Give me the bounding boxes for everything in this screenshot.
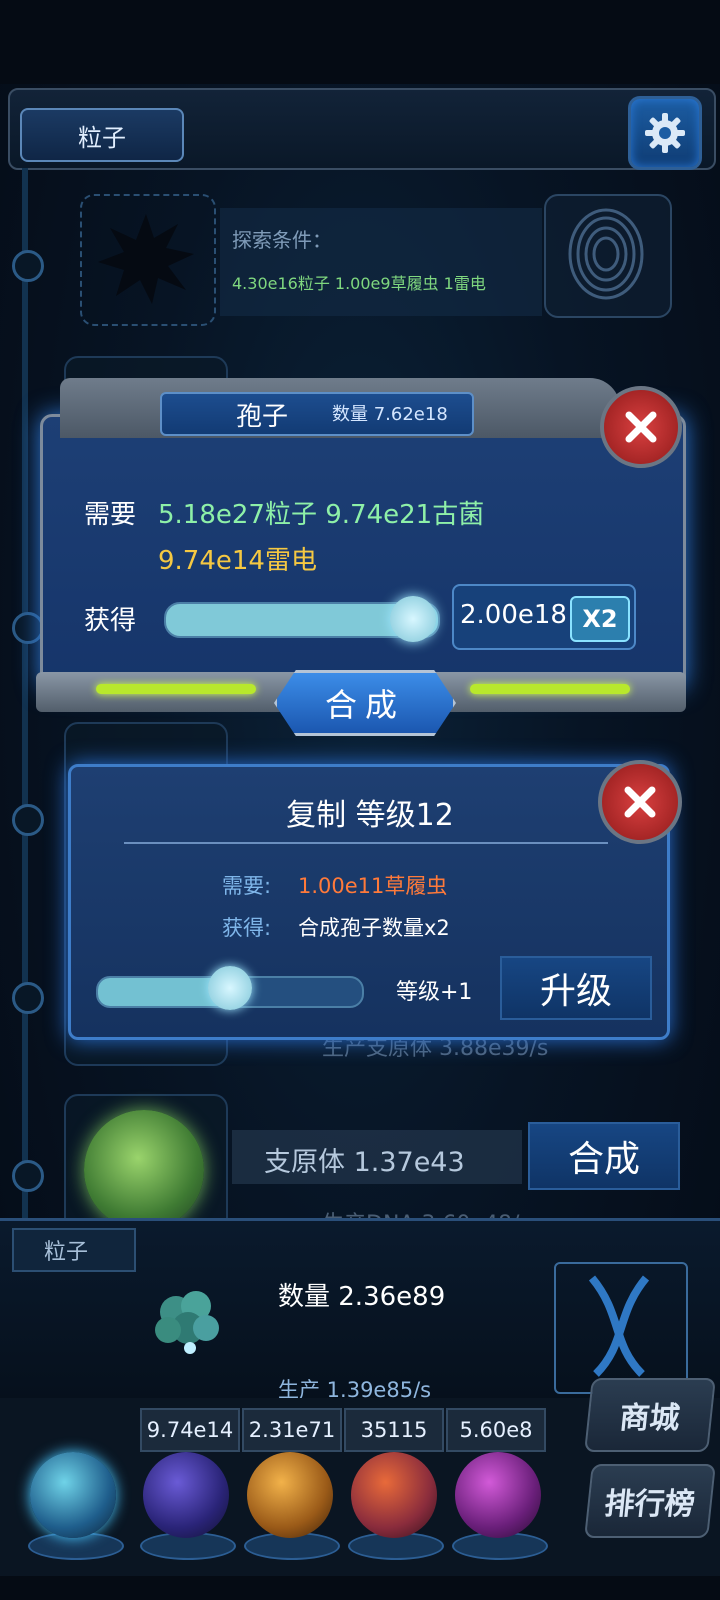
synth-amount-value: 2.00e18: [460, 600, 567, 630]
particle-molecule-image: [140, 1276, 236, 1364]
close-icon: [625, 411, 657, 443]
resource-tab-label: 粒子: [44, 1240, 89, 1265]
rail-node: [12, 1160, 44, 1192]
cell-name: 支原体 1.37e43: [264, 1147, 465, 1178]
upgrade-slider-knob[interactable]: [208, 966, 252, 1010]
upgrade-button[interactable]: 升级: [500, 956, 652, 1020]
explore-requirement: 4.30e16粒子 1.00e9草履虫 1雷电: [232, 274, 486, 293]
upgrade-divider: [124, 842, 608, 844]
synth-close-button[interactable]: [600, 386, 682, 468]
resource-count-brain: 35115: [344, 1408, 444, 1452]
upgrade-gain-value: 合成孢子数量x2: [298, 916, 450, 940]
synth-slider-knob[interactable]: [390, 596, 436, 642]
ranking-button[interactable]: 排行榜: [584, 1464, 716, 1538]
synth-need-label: 需要: [84, 500, 137, 530]
close-icon: [624, 786, 656, 818]
lightning-orb-button[interactable]: [143, 1452, 229, 1538]
energy-tube: [96, 684, 256, 694]
resource-count-galaxy: 2.31e71: [242, 1408, 342, 1452]
upgrade-need-value: 1.00e11草履虫: [298, 874, 448, 898]
locked-species-image: [80, 194, 216, 326]
rail-node: [12, 250, 44, 282]
status-bar: [0, 0, 720, 84]
explore-fingerprint-button[interactable]: [544, 194, 672, 318]
splat-icon: [98, 214, 194, 304]
rail-node: [12, 982, 44, 1014]
mycoplasma-image: [84, 1110, 204, 1230]
synth-need-primary: 5.18e27粒子 9.74e21古菌: [158, 500, 485, 530]
shop-button[interactable]: 商城: [584, 1378, 716, 1452]
synth-item-name: 孢子: [236, 402, 289, 432]
resource-quantity: 数量 2.36e89: [278, 1282, 446, 1312]
nav-bar: [0, 1576, 720, 1600]
resource-count-lightning: 9.74e14: [140, 1408, 240, 1452]
explore-label: 探索条件：: [232, 228, 332, 252]
dna-icon-frame: [554, 1262, 688, 1394]
multiplier-button[interactable]: X2: [570, 596, 630, 642]
synth-need-secondary: 9.74e14雷电: [158, 546, 317, 576]
synth-item-count: 数量 7.62e18: [332, 404, 448, 425]
upgrade-level-increment: 等级+1: [396, 980, 473, 1005]
fingerprint-icon: [568, 208, 644, 300]
energy-tube: [470, 684, 630, 694]
synth-gain-label: 获得: [84, 606, 137, 636]
upgrade-need-label: 需要:: [222, 874, 272, 898]
synth-button[interactable]: 合成: [274, 670, 456, 736]
gear-icon: [645, 113, 685, 153]
brain-orb-button[interactable]: [351, 1452, 437, 1538]
page-title: 粒子: [20, 108, 184, 162]
settings-button[interactable]: [628, 96, 702, 170]
resource-count-portal: 5.60e8: [446, 1408, 546, 1452]
galaxy-orb-button[interactable]: [247, 1452, 333, 1538]
particle-orb-button[interactable]: [30, 1452, 116, 1538]
portal-orb-button[interactable]: [455, 1452, 541, 1538]
dna-icon: [588, 1275, 650, 1377]
upgrade-close-button[interactable]: [598, 760, 682, 844]
cell-synth-button[interactable]: 合成: [528, 1122, 680, 1190]
left-rail: [22, 168, 28, 1388]
synth-dialog: 孢子 数量 7.62e18 需要 5.18e27粒子 9.74e21古菌 9.7…: [36, 378, 686, 736]
upgrade-gain-label: 获得:: [222, 916, 272, 940]
